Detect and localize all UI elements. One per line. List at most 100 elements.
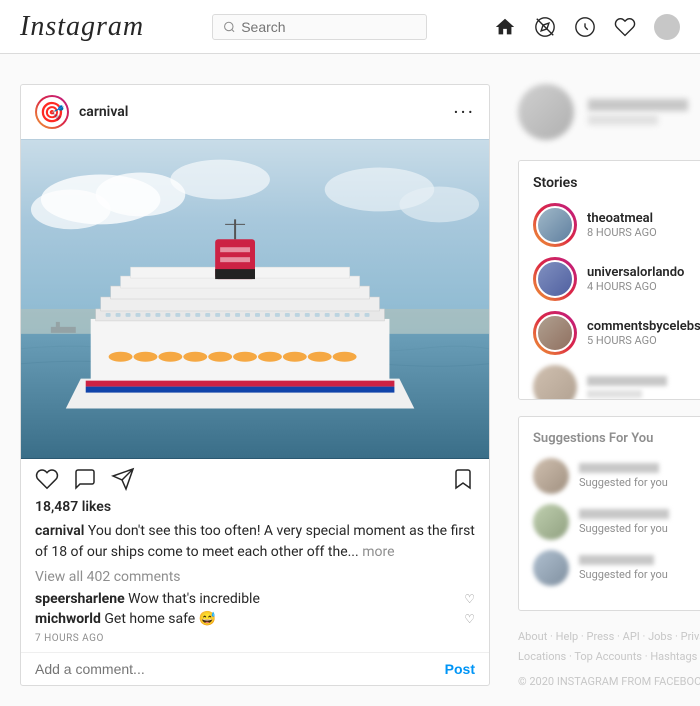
stories-header: Stories Watch All bbox=[533, 175, 700, 191]
post-timestamp: 7 HOURS AGO bbox=[21, 629, 489, 652]
carnival-logo-icon: 🎯 bbox=[40, 100, 65, 124]
suggestion-sub-1: Suggested for you bbox=[579, 522, 669, 535]
search-bar[interactable] bbox=[212, 14, 427, 40]
story-item-3[interactable] bbox=[533, 365, 700, 400]
post-card: 🎯 carnival ··· bbox=[20, 84, 490, 686]
comment-text-1: speersharlene Wow that's incredible bbox=[35, 591, 260, 607]
stories-section: Stories Watch All theoatmeal 8 HOURS AGO… bbox=[518, 160, 700, 400]
footer-link-top-accounts[interactable]: Top Accounts bbox=[574, 650, 642, 663]
footer-link-press[interactable]: Press bbox=[587, 630, 615, 643]
comment-button[interactable] bbox=[73, 467, 97, 495]
post-actions-row bbox=[21, 459, 489, 499]
commenter-username-2[interactable]: michworld bbox=[35, 611, 101, 627]
suggestions-title: Suggestions For You bbox=[533, 431, 653, 446]
add-comment-input[interactable] bbox=[35, 661, 445, 677]
story-item-0[interactable]: theoatmeal 8 HOURS AGO bbox=[533, 203, 700, 247]
home-icon[interactable] bbox=[494, 16, 516, 38]
bookmark-button[interactable] bbox=[451, 467, 475, 495]
post-header: 🎯 carnival ··· bbox=[21, 85, 489, 139]
story-info-3 bbox=[587, 376, 700, 398]
suggestion-sub-0: Suggested for you bbox=[579, 476, 668, 489]
user-avatar[interactable] bbox=[654, 14, 680, 40]
profile-sub-blur bbox=[588, 115, 658, 125]
suggestion-item-1: Suggested for you Follow bbox=[533, 504, 700, 540]
footer-links: About · Help · Press · API · Jobs · Priv… bbox=[518, 627, 700, 667]
view-all-comments[interactable]: View all 402 comments bbox=[21, 569, 489, 589]
comment-like-2[interactable]: ♡ bbox=[464, 612, 475, 626]
post-caption-text: You don't see this too often! A very spe… bbox=[35, 523, 475, 560]
suggestion-name-blur-2 bbox=[579, 555, 654, 565]
search-icon bbox=[223, 20, 236, 34]
post-caption-more[interactable]: more bbox=[362, 544, 394, 560]
story-time-1: 4 HOURS AGO bbox=[587, 280, 684, 293]
suggestion-avatar-1[interactable] bbox=[533, 504, 569, 540]
search-input[interactable] bbox=[241, 19, 415, 35]
explore-icon[interactable] bbox=[534, 16, 556, 38]
profile-name-blur bbox=[588, 99, 688, 111]
story-username-2[interactable]: commentsbycelebs bbox=[587, 319, 700, 334]
comment-like-1[interactable]: ♡ bbox=[464, 592, 475, 606]
suggestion-avatar-2[interactable] bbox=[533, 550, 569, 586]
story-username-0[interactable]: theoatmeal bbox=[587, 211, 657, 226]
story-avatar-1[interactable] bbox=[533, 257, 577, 301]
footer-link-help[interactable]: Help bbox=[556, 630, 579, 643]
suggestion-info-0: Suggested for you bbox=[579, 463, 668, 489]
suggestion-item-2: Suggested for you Follow bbox=[533, 550, 700, 586]
story-info-0: theoatmeal 8 HOURS AGO bbox=[587, 211, 657, 239]
post-header-left: 🎯 carnival bbox=[35, 95, 128, 129]
suggestions-header: Suggestions For You See All bbox=[533, 431, 700, 446]
compass-icon[interactable] bbox=[574, 16, 596, 38]
post-more-options[interactable]: ··· bbox=[453, 102, 475, 122]
story-avatar-3[interactable] bbox=[533, 365, 577, 400]
suggestion-left-0: Suggested for you bbox=[533, 458, 668, 494]
instagram-logo: Instagram bbox=[20, 11, 144, 43]
commenter-username-1[interactable]: speersharlene bbox=[35, 591, 125, 607]
footer-link-privacy[interactable]: Privacy bbox=[681, 630, 700, 643]
main-container: 🎯 carnival ··· bbox=[0, 84, 700, 706]
suggestion-avatar-0[interactable] bbox=[533, 458, 569, 494]
story-item-1[interactable]: universalorlando 4 HOURS AGO bbox=[533, 257, 700, 301]
footer-link-locations[interactable]: Locations bbox=[518, 650, 566, 663]
heart-icon[interactable] bbox=[614, 16, 636, 38]
story-time-0: 8 HOURS AGO bbox=[587, 226, 657, 239]
post-comment-button[interactable]: Post bbox=[445, 661, 475, 677]
sidebar-profile bbox=[518, 84, 700, 140]
post-likes-count: 18,487 likes bbox=[21, 499, 489, 521]
story-avatar-0[interactable] bbox=[533, 203, 577, 247]
post-caption-username[interactable]: carnival bbox=[35, 523, 84, 539]
footer-link-about[interactable]: About bbox=[518, 630, 547, 643]
comment-text-2: michworld Get home safe 😅 bbox=[35, 611, 216, 627]
post-actions-left bbox=[35, 467, 135, 495]
story-item-2[interactable]: commentsbycelebs 5 HOURS AGO bbox=[533, 311, 700, 355]
post-author-avatar[interactable]: 🎯 bbox=[35, 95, 69, 129]
suggestion-info-1: Suggested for you bbox=[579, 509, 669, 535]
footer-link-jobs[interactable]: Jobs bbox=[648, 630, 672, 643]
sidebar: Stories Watch All theoatmeal 8 HOURS AGO… bbox=[518, 84, 700, 706]
post-caption: carnival You don't see this too often! A… bbox=[21, 521, 489, 569]
main-nav bbox=[494, 14, 680, 40]
header: Instagram bbox=[0, 0, 700, 54]
suggestions-section: Suggestions For You See All Suggested fo… bbox=[518, 416, 700, 611]
story-avatar-2[interactable] bbox=[533, 311, 577, 355]
cruise-ship-image bbox=[21, 139, 489, 459]
footer-link-hashtags[interactable]: Hashtags bbox=[650, 650, 697, 663]
suggestion-left-1: Suggested for you bbox=[533, 504, 669, 540]
footer-copyright: © 2020 INSTAGRAM FROM FACEBOOK bbox=[518, 675, 700, 688]
suggestion-sub-2: Suggested for you bbox=[579, 568, 668, 581]
post-author-username[interactable]: carnival bbox=[79, 104, 128, 120]
comment-row-2: michworld Get home safe 😅 ♡ bbox=[21, 609, 489, 629]
story-info-1: universalorlando 4 HOURS AGO bbox=[587, 265, 684, 293]
story-time-2: 5 HOURS AGO bbox=[587, 334, 700, 347]
story-username-1[interactable]: universalorlando bbox=[587, 265, 684, 280]
suggestion-info-2: Suggested for you bbox=[579, 555, 668, 581]
profile-avatar[interactable] bbox=[518, 84, 574, 140]
story-info-2: commentsbycelebs 5 HOURS AGO bbox=[587, 319, 700, 347]
footer-link-api[interactable]: API bbox=[623, 630, 640, 643]
add-comment-row: Post bbox=[21, 652, 489, 685]
like-button[interactable] bbox=[35, 467, 59, 495]
post-image bbox=[21, 139, 489, 459]
story-time-blur-3 bbox=[587, 390, 642, 398]
share-button[interactable] bbox=[111, 467, 135, 495]
suggestion-name-blur-0 bbox=[579, 463, 659, 473]
comment-row-1: speersharlene Wow that's incredible ♡ bbox=[21, 589, 489, 609]
